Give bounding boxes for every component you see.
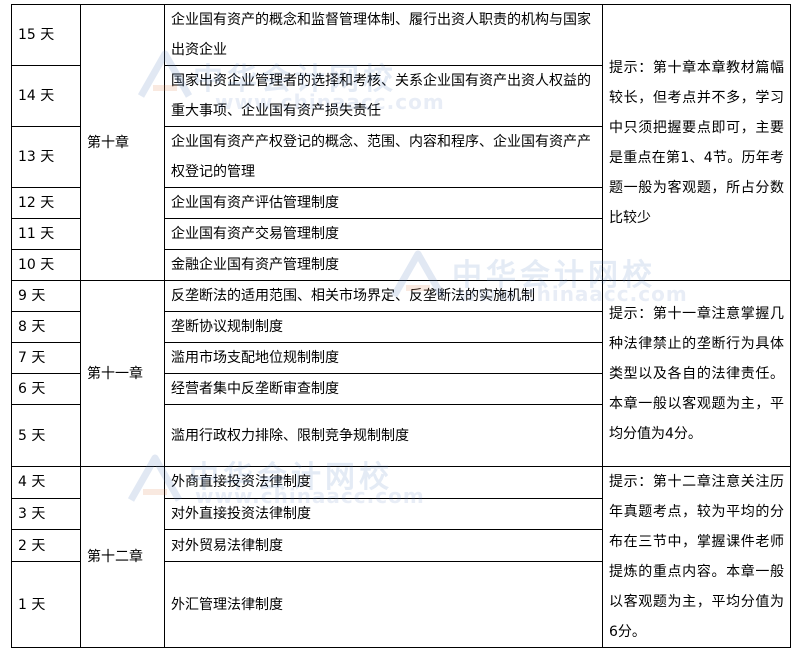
table-row: 4 天 第十二章 外商直接投资法律制度 提示：第十二章注意关注历年真题考点，较为… — [11, 466, 791, 648]
tip-cell: 提示：第十一章注意掌握几种法律禁止的垄断行为具体类型以及各自的法律责任。本章一般… — [602, 280, 791, 467]
topic-cell: 滥用市场支配地位规制制度 — [164, 342, 603, 374]
topic-cell: 外商直接投资法律制度 — [164, 466, 603, 499]
table-row: 9 天 第十一章 反垄断法的适用范围、相关市场界定、反垄断法的实施机制 提示：第… — [11, 280, 791, 467]
table-row: 15 天 第十章 企业国有资产的概念和监督管理体制、履行出资人职责的机构与国家出… — [11, 4, 791, 281]
topic-cell: 金融企业国有资产管理制度 — [164, 249, 603, 281]
day-cell: 2 天 — [11, 529, 81, 563]
topic-cell: 经营者集中反垄断审查制度 — [164, 373, 603, 405]
tip-cell: 提示：第十章本章教材篇幅较长，但考点并不多，学习中只须把握要点即可，主要是重点在… — [602, 4, 791, 281]
topic-cell: 国家出资企业管理者的选择和考核、关系企业国有资产出资人权益的重大事项、企业国有资… — [164, 65, 603, 127]
day-cell: 13 天 — [11, 126, 81, 188]
day-cell: 15 天 — [11, 4, 81, 66]
day-cell: 9 天 — [11, 280, 81, 312]
topic-cell: 对外直接投资法律制度 — [164, 497, 603, 531]
topic-cell: 外汇管理法律制度 — [164, 561, 603, 648]
day-cell: 3 天 — [11, 497, 81, 531]
day-cell: 14 天 — [11, 65, 81, 127]
tip-cell: 提示：第十二章注意关注历年真题考点，较为平均的分布在三节中，掌握课件老师提炼的重… — [602, 466, 791, 648]
topic-cell: 滥用行政权力排除、限制竞争规制制度 — [164, 404, 603, 467]
topic-cell: 企业国有资产交易管理制度 — [164, 218, 603, 250]
topic-cell: 企业国有资产产权登记的概念、范围、内容和程序、企业国有资产产权登记的管理 — [164, 126, 603, 188]
day-cell: 5 天 — [11, 404, 81, 467]
day-cell: 12 天 — [11, 187, 81, 219]
topic-cell: 企业国有资产的概念和监督管理体制、履行出资人职责的机构与国家出资企业 — [164, 4, 603, 66]
topic-cell: 反垄断法的适用范围、相关市场界定、反垄断法的实施机制 — [164, 280, 603, 312]
day-cell: 10 天 — [11, 249, 81, 281]
day-cell: 1 天 — [11, 561, 81, 648]
day-cell: 7 天 — [11, 342, 81, 374]
day-cell: 6 天 — [11, 373, 81, 405]
day-cell: 8 天 — [11, 311, 81, 343]
topic-cell: 企业国有资产评估管理制度 — [164, 187, 603, 219]
chapter-cell: 第十二章 — [80, 466, 165, 648]
topic-cell: 垄断协议规制制度 — [164, 311, 603, 343]
chapter-cell: 第十章 — [80, 4, 165, 281]
topic-cell: 对外贸易法律制度 — [164, 529, 603, 563]
day-cell: 11 天 — [11, 218, 81, 250]
chapter-cell: 第十一章 — [80, 280, 165, 467]
day-cell: 4 天 — [11, 466, 81, 499]
study-plan-table: 15 天 第十章 企业国有资产的概念和监督管理体制、履行出资人职责的机构与国家出… — [11, 4, 791, 648]
